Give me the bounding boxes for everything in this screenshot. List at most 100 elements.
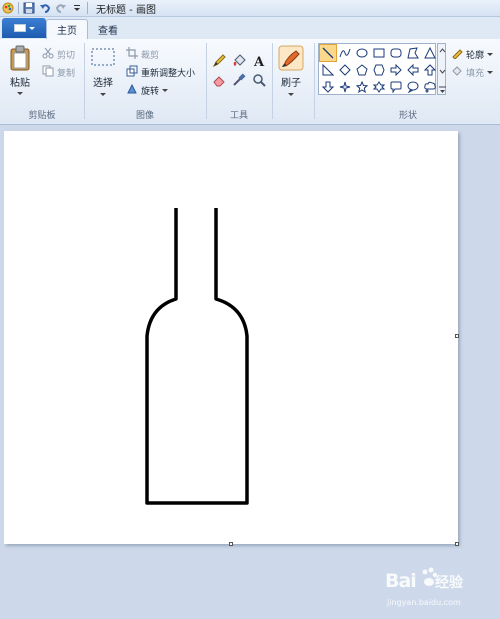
oval-callout-shape-icon[interactable]	[405, 79, 421, 95]
cut-button[interactable]: 剪切	[42, 47, 75, 62]
five-point-star-shape-icon[interactable]	[354, 79, 370, 95]
select-button[interactable]: 选择	[90, 47, 116, 96]
left-arrow-shape-icon[interactable]	[405, 62, 421, 78]
curve-shape-icon[interactable]	[337, 45, 353, 61]
pencil-icon[interactable]	[210, 53, 227, 69]
fill-bucket-icon	[451, 65, 463, 80]
ribbon: 粘贴 剪切 复制 剪贴板 选择 裁剪 重新调整大小 旋转 图像 A 工具 刷子 …	[0, 39, 500, 125]
app-menu-button[interactable]	[2, 18, 46, 38]
divider	[272, 43, 273, 119]
oval-shape-icon[interactable]	[354, 45, 370, 61]
eraser-icon[interactable]	[210, 72, 227, 88]
brushes-button[interactable]: 刷子	[278, 45, 304, 96]
tab-home[interactable]: 主页	[46, 19, 88, 39]
resize-icon	[126, 65, 138, 80]
up-arrow-shape-icon[interactable]	[422, 62, 438, 78]
four-point-star-shape-icon[interactable]	[337, 79, 353, 95]
rotate-label: 旋转	[141, 87, 160, 97]
down-arrow-shape-icon[interactable]	[320, 79, 336, 95]
rectangle-shape-icon[interactable]	[371, 45, 387, 61]
outline-label: 轮廓	[466, 51, 485, 61]
watermark-sub: 经验	[435, 575, 463, 591]
copy-icon	[42, 65, 54, 80]
chevron-down-icon	[288, 93, 294, 96]
right-triangle-shape-icon[interactable]	[320, 62, 336, 78]
fill-label: 填充	[466, 69, 485, 79]
pentagon-shape-icon[interactable]	[354, 62, 370, 78]
watermark-brand: Bai	[385, 570, 417, 592]
workspace: Bai 经验 jingyan.baidu.com	[0, 126, 500, 619]
watermark-url: jingyan.baidu.com	[387, 598, 461, 607]
chevron-down-icon	[487, 71, 494, 74]
scissors-icon	[42, 47, 54, 62]
chevron-down-icon	[17, 92, 23, 95]
clipboard-icon	[8, 45, 32, 74]
cloud-callout-shape-icon[interactable]	[422, 79, 438, 95]
select-icon	[90, 47, 116, 70]
save-icon[interactable]	[23, 2, 35, 14]
document-icon	[13, 24, 26, 32]
line-shape-icon[interactable]	[319, 44, 337, 62]
paste-label: 粘贴	[10, 78, 30, 89]
rounded-rectangle-shape-icon[interactable]	[388, 45, 404, 61]
customize-toolbar-icon[interactable]	[71, 2, 83, 14]
text-tool-glyph: A	[253, 55, 265, 68]
resize-handle-right[interactable]	[455, 334, 459, 338]
rotate-icon	[126, 83, 138, 98]
drawing-canvas[interactable]	[4, 131, 458, 544]
ribbon-tab-row: 主页 查看	[0, 17, 500, 39]
shapes-gallery	[318, 43, 436, 95]
divider	[84, 43, 85, 119]
outline-button[interactable]: 轮廓	[451, 47, 494, 62]
redo-icon[interactable]	[55, 2, 67, 14]
clipboard-group-label: 剪贴板	[28, 111, 56, 121]
resize-label: 重新调整大小	[141, 69, 196, 79]
magnifier-icon[interactable]	[250, 72, 267, 88]
resize-button[interactable]: 重新调整大小	[126, 65, 195, 80]
right-arrow-shape-icon[interactable]	[388, 62, 404, 78]
shapes-group-label: 形状	[398, 111, 417, 121]
resize-handle-bottom[interactable]	[229, 542, 233, 546]
paste-button[interactable]: 粘贴	[8, 45, 32, 95]
divider	[18, 2, 19, 14]
shapes-gallery-scrollbar[interactable]	[437, 43, 446, 95]
tools-group: A 工具	[208, 41, 270, 123]
fill-icon[interactable]	[230, 53, 247, 69]
chevron-down-icon	[162, 89, 169, 92]
divider	[314, 43, 315, 119]
app-icon	[2, 2, 14, 14]
copy-label: 复制	[57, 69, 76, 79]
image-group: 选择 裁剪 重新调整大小 旋转 图像	[86, 41, 204, 123]
polygon-shape-icon[interactable]	[405, 45, 421, 61]
watermark: Bai 经验 jingyan.baidu.com	[385, 566, 495, 616]
text-icon[interactable]: A	[250, 53, 267, 69]
image-group-label: 图像	[135, 111, 154, 121]
divider	[206, 43, 207, 119]
outline-icon	[451, 47, 463, 62]
bottle-outline	[145, 208, 249, 505]
divider	[87, 2, 88, 14]
title-bar: 无标题 - 画图	[0, 0, 500, 17]
brushes-group: 刷子	[274, 41, 312, 123]
color-picker-icon[interactable]	[230, 72, 247, 88]
resize-handle-corner[interactable]	[455, 542, 459, 546]
clipboard-group: 粘贴 剪切 复制 剪贴板	[0, 41, 84, 123]
crop-button[interactable]: 裁剪	[126, 47, 159, 62]
rotate-button[interactable]: 旋转	[126, 83, 169, 98]
undo-icon[interactable]	[39, 2, 51, 14]
chevron-down-icon	[487, 53, 494, 56]
tab-view[interactable]: 查看	[88, 19, 128, 39]
chevron-down-icon	[28, 26, 35, 30]
hexagon-shape-icon[interactable]	[371, 62, 387, 78]
brush-icon	[278, 45, 304, 74]
triangle-shape-icon[interactable]	[422, 45, 438, 61]
tools-grid: A	[210, 53, 267, 88]
six-point-star-shape-icon[interactable]	[371, 79, 387, 95]
chevron-down-icon	[100, 93, 106, 96]
diamond-shape-icon[interactable]	[337, 62, 353, 78]
cut-label: 剪切	[57, 51, 76, 61]
tools-group-label: 工具	[229, 111, 248, 121]
fill-shape-button[interactable]: 填充	[451, 65, 494, 80]
copy-button[interactable]: 复制	[42, 65, 75, 80]
rounded-callout-shape-icon[interactable]	[388, 79, 404, 95]
